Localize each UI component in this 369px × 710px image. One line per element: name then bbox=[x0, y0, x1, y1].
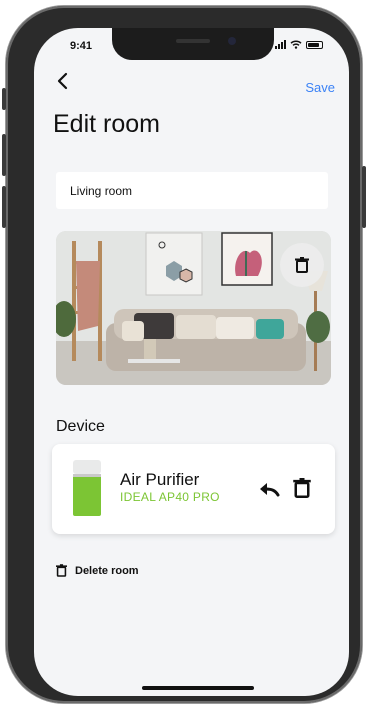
device-card[interactable]: Air Purifier IDEAL AP40 PRO bbox=[52, 444, 335, 534]
device-model: IDEAL AP40 PRO bbox=[120, 490, 220, 504]
mute-switch bbox=[2, 88, 6, 110]
chevron-left-icon[interactable] bbox=[56, 72, 68, 94]
volume-down-button bbox=[2, 186, 6, 228]
delete-room-label: Delete room bbox=[75, 564, 139, 577]
trash-icon bbox=[56, 564, 67, 577]
app-screen: 9:41 Save Edit room Living room Device A… bbox=[34, 28, 349, 696]
photo-delete-button[interactable] bbox=[280, 243, 324, 287]
device-section-title: Device bbox=[56, 418, 105, 435]
phone-frame: 9:41 Save Edit room Living room Device A… bbox=[2, 6, 366, 703]
trash-icon bbox=[295, 257, 309, 273]
page-title: Edit room bbox=[53, 110, 160, 138]
delete-room-button[interactable]: Delete room bbox=[56, 564, 139, 577]
volume-up-button bbox=[2, 134, 6, 176]
air-purifier-image bbox=[73, 460, 101, 516]
front-camera bbox=[228, 37, 236, 45]
wifi-icon bbox=[290, 40, 302, 49]
home-indicator[interactable] bbox=[142, 686, 254, 690]
reply-arrow-icon[interactable] bbox=[258, 478, 280, 500]
room-name-input[interactable] bbox=[56, 172, 328, 209]
status-time: 9:41 bbox=[70, 40, 93, 52]
notch bbox=[112, 28, 274, 60]
power-button bbox=[362, 166, 366, 228]
status-icons bbox=[275, 40, 323, 49]
device-name: Air Purifier bbox=[120, 470, 200, 489]
trash-icon[interactable] bbox=[293, 478, 311, 498]
speaker bbox=[176, 39, 210, 43]
battery-icon bbox=[306, 40, 323, 49]
signal-icon bbox=[275, 40, 286, 49]
save-button[interactable]: Save bbox=[305, 80, 335, 95]
